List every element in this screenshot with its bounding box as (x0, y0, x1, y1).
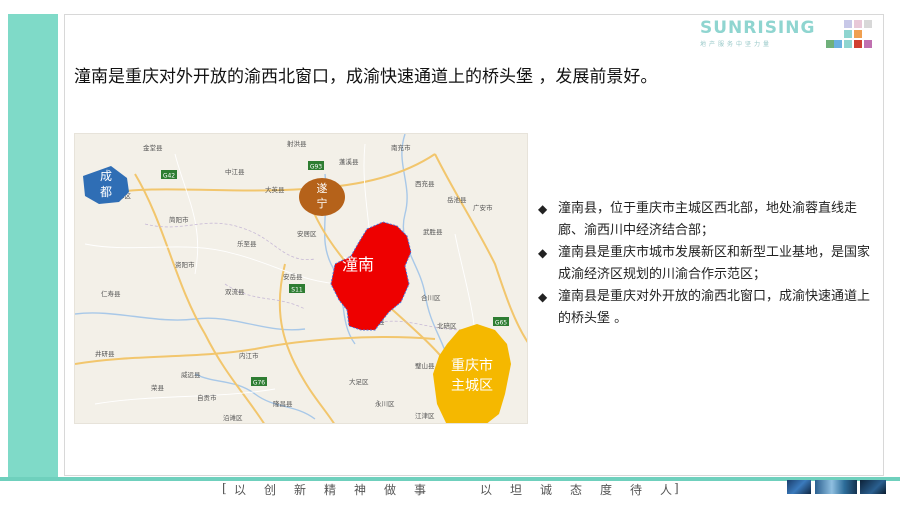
chengdu-label-1: 成 (100, 169, 112, 183)
tongnan-label: 潼南 (342, 255, 374, 274)
label-shuangliu: 双流县 (225, 287, 245, 296)
logo-square (844, 20, 852, 28)
label-anju: 安居区 (297, 229, 317, 238)
suining-label-2: 宁 (317, 196, 328, 210)
label-lezhi: 乐至县 (237, 239, 257, 248)
bullet-text: 潼南县是重庆市城市发展新区和新型工业基地，是国家成渝经济区规划的川渝合作示范区； (558, 245, 871, 282)
label-renshou: 仁寿县 (101, 289, 121, 298)
label-rongchang: 荣县 (151, 383, 165, 392)
bullet-text: 潼南县是重庆对外开放的渝西北窗口，成渝快速通道上的桥头堡 。 (558, 289, 871, 326)
label-weiyuan: 威远县 (181, 370, 201, 379)
brand-name: SUNRISING (700, 18, 816, 38)
label-jintang: 金堂县 (143, 143, 163, 152)
map-canvas: G42 G93 G76 S11 G65 金堂县 射洪县 南充市 蓬溪县 西充县 … (75, 134, 527, 423)
slogan-char: 以 (480, 483, 493, 497)
slogan-char: 人 (660, 483, 673, 497)
logo-square (864, 40, 872, 48)
bullet-item: ◆ 潼南县是重庆市城市发展新区和新型工业基地，是国家成渝经济区规划的川渝合作示范区… (534, 242, 880, 286)
label-guangan: 广安市 (473, 203, 493, 212)
region-map: G42 G93 G76 S11 G65 金堂县 射洪县 南充市 蓬溪县 西充县 … (74, 133, 528, 424)
label-ziyang: 资阳市 (175, 260, 195, 269)
bullet-text: 潼南县，位于重庆市主城区西北部，地处渝蓉直线走廊、渝西川中经济结合部； (558, 201, 858, 238)
diamond-bullet-icon: ◆ (538, 290, 548, 304)
skyline-photo-icon (815, 480, 857, 494)
slogan-char: 新 (294, 483, 307, 497)
label-wusheng: 武胜县 (423, 227, 443, 236)
slogan-char: 精 (324, 483, 337, 497)
label-bishan: 璧山县 (415, 361, 435, 370)
logo-square (854, 30, 862, 38)
slogan-bracket-close: ] (674, 481, 679, 495)
bullet-item: ◆ 潼南县，位于重庆市主城区西北部，地处渝蓉直线走廊、渝西川中经济结合部； (534, 198, 880, 242)
diamond-bullet-icon: ◆ (538, 246, 548, 260)
brand-logo: SUNRISING 地产服务中坚力量 (700, 18, 820, 58)
label-zhongjiang: 中江县 (225, 167, 245, 176)
chongqing-label-2: 主城区 (451, 378, 493, 394)
shield-g42-label: G42 (163, 173, 175, 180)
logo-square (844, 30, 852, 38)
slogan-char: 待 (630, 483, 643, 497)
label-pengxi: 蓬溪县 (339, 157, 359, 166)
chongqing-label-1: 重庆市 (451, 357, 493, 374)
slogan-char: 诚 (540, 483, 553, 497)
label-hechuan: 合川区 (421, 293, 441, 302)
label-jianyang: 简阳市 (169, 215, 189, 224)
label-jiangjin: 江津区 (415, 412, 435, 420)
shield-g76-label: G76 (253, 380, 265, 387)
slogan-char: 事 (414, 483, 427, 497)
label-anyue: 安岳县 (283, 272, 303, 281)
label-neijiang: 内江市 (239, 351, 259, 360)
label-yuelai: 岳池县 (447, 195, 467, 204)
logo-square (834, 40, 842, 48)
slogan-char: 以 (234, 483, 247, 497)
logo-square (844, 40, 852, 48)
footer-slogan: [ 以 创 新 精 神 做 事 以 坦 诚 态 度 待 人 ] (222, 481, 682, 497)
logo-square (854, 20, 862, 28)
label-shehong: 射洪县 (287, 139, 307, 148)
slogan-char: 创 (264, 483, 277, 497)
slogan-char: 神 (354, 483, 367, 497)
bullet-list: ◆ 潼南县，位于重庆市主城区西北部，地处渝蓉直线走廊、渝西川中经济结合部； ◆ 潼南… (534, 198, 880, 330)
label-yanjiang: 沿滩区 (223, 413, 243, 422)
logo-square (854, 40, 862, 48)
shield-s11-label: S11 (291, 287, 303, 294)
slogan-char: 做 (384, 483, 397, 497)
slide: SUNRISING 地产服务中坚力量 潼南是重庆对外开放的渝西北窗口，成渝快速通… (0, 0, 900, 506)
slogan-bracket-open: [ (222, 481, 227, 495)
brand-tagline: 地产服务中坚力量 (700, 41, 773, 48)
label-zigong: 自贡市 (197, 393, 217, 402)
label-dazu: 大足区 (349, 377, 369, 386)
label-qianwei: 井研县 (95, 349, 115, 358)
diamond-bullet-icon: ◆ (538, 202, 548, 216)
page-title: 潼南是重庆对外开放的渝西北窗口，成渝快速通道上的桥头堡 ，发展前景好。 (74, 67, 658, 87)
city-photo-icon (787, 480, 811, 494)
slogan-char: 坦 (510, 483, 523, 497)
left-accent-band (8, 14, 58, 477)
label-dayi: 大英县 (265, 185, 285, 194)
night-photo-icon (860, 480, 886, 494)
label-nanchong: 南充市 (391, 143, 411, 152)
logo-square (826, 40, 834, 48)
label-yongchuan: 永川区 (375, 399, 395, 408)
shield-g65-label: G65 (495, 320, 507, 327)
logo-square (864, 20, 872, 28)
slogan-char: 度 (600, 483, 613, 497)
slogan-char: 态 (570, 483, 583, 497)
shield-g93-label: G93 (310, 164, 322, 171)
logo-squares-icon (826, 20, 876, 50)
label-longchang: 隆昌县 (273, 399, 293, 408)
label-xichong: 西充县 (415, 179, 435, 188)
suining-label-1: 遂 (317, 181, 328, 195)
label-beibei: 北碚区 (437, 321, 457, 330)
chengdu-label-2: 都 (100, 185, 112, 199)
bullet-item: ◆ 潼南县是重庆对外开放的渝西北窗口，成渝快速通道上的桥头堡 。 (534, 286, 880, 330)
